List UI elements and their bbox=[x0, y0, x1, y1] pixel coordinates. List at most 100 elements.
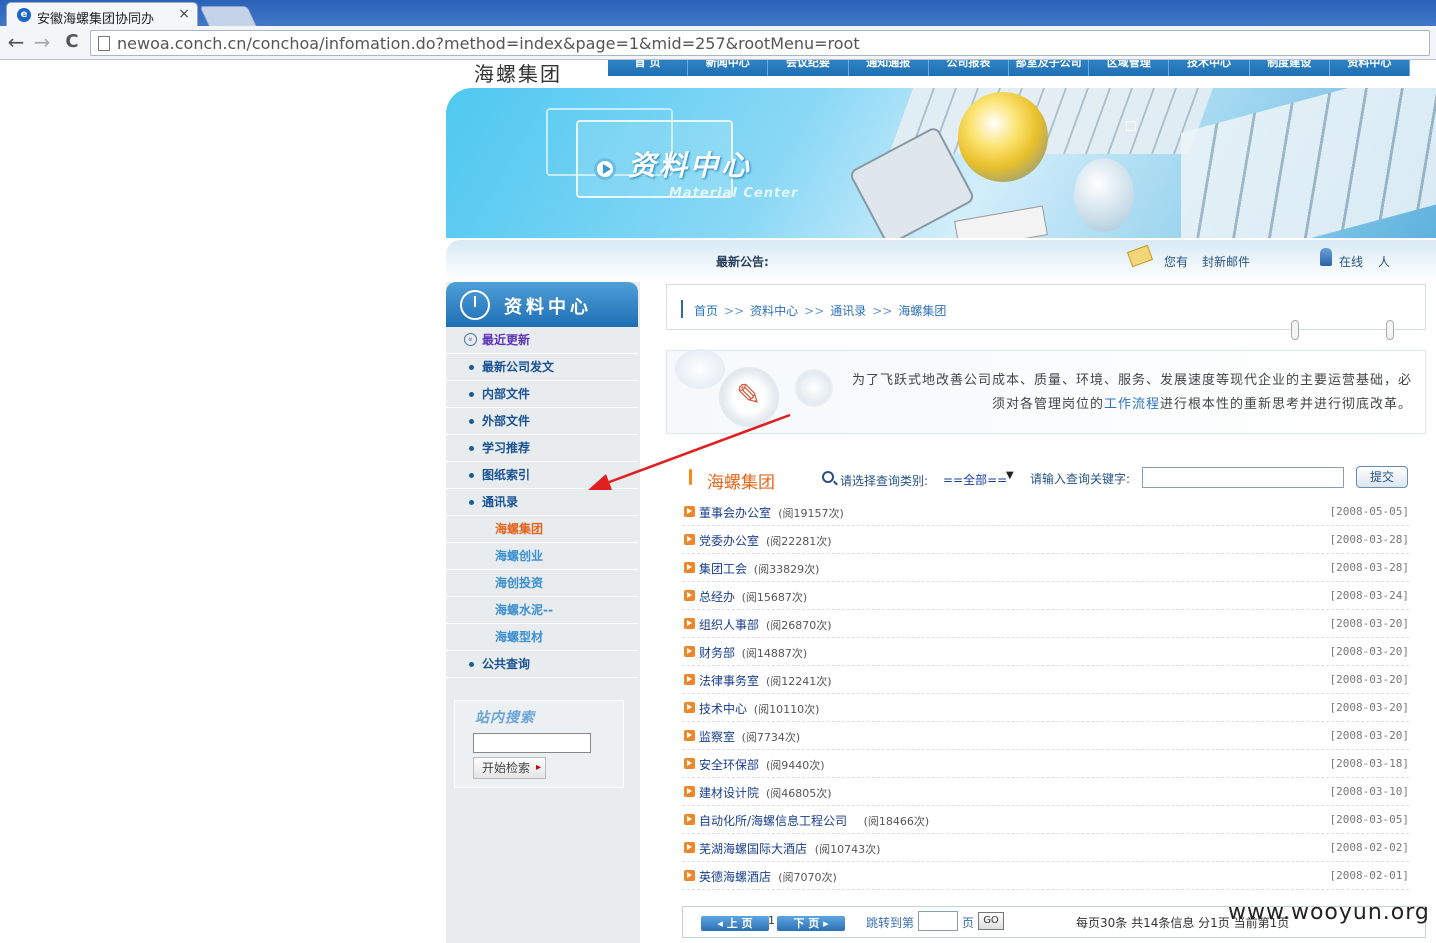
mail-text[interactable]: 封新邮件 bbox=[1202, 253, 1250, 270]
breadcrumb-link[interactable]: 资料中心 bbox=[750, 304, 798, 318]
bullet-icon bbox=[469, 473, 474, 478]
menu-item[interactable]: 通知通报 bbox=[849, 60, 929, 76]
site-logo: 海螺集团 bbox=[474, 62, 562, 86]
keyword-label: 请输入查询关键字: bbox=[1030, 472, 1131, 486]
sidebar-item[interactable]: 海螺型材 bbox=[446, 624, 638, 651]
list-item: 技术中心 (阅10110次) [2008-03-20] bbox=[682, 694, 1409, 722]
mail-text[interactable]: 您有 bbox=[1164, 253, 1188, 270]
list-item-link[interactable]: 自动化所/海螺信息工程公司 bbox=[699, 812, 847, 829]
back-arrow-icon[interactable]: ← bbox=[4, 31, 28, 55]
menu-item[interactable]: 首 页 bbox=[608, 60, 689, 76]
menu-item[interactable]: 区域管理 bbox=[1089, 60, 1170, 76]
list-item-link[interactable]: 建材设计院 bbox=[699, 784, 759, 801]
url-text[interactable]: newoa.conch.cn/conchoa/infomation.do?met… bbox=[117, 34, 860, 53]
sidebar-item-label: 公共查询 bbox=[482, 657, 531, 671]
list-item-link[interactable]: 安全环保部 bbox=[699, 756, 759, 773]
list-item-link[interactable]: 组织人事部 bbox=[699, 616, 759, 633]
list-item-link[interactable]: 法律事务室 bbox=[699, 672, 759, 689]
list-item-link[interactable]: 党委办公室 bbox=[699, 532, 759, 549]
next-page-button[interactable]: 下 页 ▸ bbox=[777, 916, 845, 931]
jump-page-input[interactable] bbox=[918, 911, 958, 931]
close-tab-icon[interactable]: × bbox=[178, 6, 190, 22]
list-item-date: [2008-03-18] bbox=[1329, 757, 1409, 770]
menu-item[interactable]: 部室及子公司 bbox=[1009, 60, 1090, 76]
list-item-link[interactable]: 芜湖海螺国际大酒店 bbox=[699, 840, 807, 857]
sidebar-item[interactable]: 海螺集团 bbox=[446, 516, 638, 543]
site-search-button[interactable]: 开始检索 bbox=[473, 757, 546, 779]
sidebar-item[interactable]: 海螺创业 bbox=[446, 543, 638, 570]
sidebar-item[interactable]: » 最近更新 bbox=[446, 327, 638, 354]
menu-item[interactable]: 制度建设 bbox=[1250, 60, 1330, 76]
sidebar-item[interactable]: 最新公司发文 bbox=[446, 354, 638, 381]
arrow-bullet-icon bbox=[684, 758, 695, 769]
breadcrumb-separator: >> bbox=[804, 304, 825, 318]
arrow-bullet-icon bbox=[684, 674, 695, 685]
prev-page-button[interactable]: ◂ 上 页 bbox=[701, 916, 769, 931]
arrow-bullet-icon bbox=[684, 646, 695, 657]
list-item-link[interactable]: 集团工会 bbox=[699, 560, 747, 577]
list-item-link[interactable]: 财务部 bbox=[699, 644, 735, 661]
list-item: 党委办公室 (阅22281次) [2008-03-28] bbox=[682, 526, 1409, 554]
forward-arrow-icon[interactable]: → bbox=[30, 31, 54, 55]
sidebar-item[interactable]: 图纸索引 bbox=[446, 462, 638, 489]
list-item-link[interactable]: 英德海螺酒店 bbox=[699, 868, 771, 885]
menu-item[interactable]: 技术中心 bbox=[1169, 60, 1250, 76]
site-search-title: 站内搜索 bbox=[475, 710, 535, 726]
new-tab-button[interactable] bbox=[199, 6, 257, 26]
keyword-input[interactable] bbox=[1142, 467, 1344, 488]
view-count: (阅46805次) bbox=[766, 787, 832, 800]
bullet-icon bbox=[469, 365, 474, 370]
list-item-link[interactable]: 董事会办公室 bbox=[699, 504, 771, 521]
sidebar-item[interactable]: 公共查询 bbox=[446, 651, 638, 678]
newspaper-image bbox=[954, 205, 1048, 238]
breadcrumb-link[interactable]: 海螺集团 bbox=[898, 304, 946, 318]
sidebar-item[interactable]: 学习推荐 bbox=[446, 435, 638, 462]
breadcrumb-link[interactable]: 首页 bbox=[694, 304, 718, 318]
sidebar-item-label: 海螺水泥-- bbox=[495, 603, 553, 617]
address-bar[interactable]: newoa.conch.cn/conchoa/infomation.do?met… bbox=[90, 30, 1430, 56]
clock-icon bbox=[460, 290, 490, 320]
list-item-date: [2008-03-10] bbox=[1329, 785, 1409, 798]
slogan-link[interactable]: 工作流程 bbox=[1104, 397, 1160, 412]
list-item: 总经办 (阅15687次) [2008-03-24] bbox=[682, 582, 1409, 610]
page-icon bbox=[98, 36, 110, 51]
list-item: 组织人事部 (阅26870次) [2008-03-20] bbox=[682, 610, 1409, 638]
menu-item[interactable]: 会议纪要 bbox=[768, 60, 849, 76]
menu-item[interactable]: 资料中心 bbox=[1330, 60, 1410, 76]
list-item-date: [2008-03-20] bbox=[1329, 701, 1409, 714]
list-item-link[interactable]: 监察室 bbox=[699, 728, 735, 745]
mail-icon[interactable] bbox=[1126, 244, 1154, 268]
category-select[interactable]: ==全部== bbox=[943, 471, 1007, 488]
sidebar-item[interactable]: 外部文件 bbox=[446, 408, 638, 435]
reload-icon[interactable]: C bbox=[60, 31, 84, 55]
chevron-down-icon[interactable]: ▼ bbox=[1006, 470, 1014, 481]
list-item-link[interactable]: 总经办 bbox=[699, 588, 735, 605]
sidebar-item[interactable]: 海创投资 bbox=[446, 570, 638, 597]
sidebar-item[interactable]: 通讯录 bbox=[446, 489, 638, 516]
list-item-date: [2008-05-05] bbox=[1329, 505, 1409, 518]
sidebar-item[interactable]: 内部文件 bbox=[446, 381, 638, 408]
sidebar-item[interactable]: 海螺水泥-- bbox=[446, 597, 638, 624]
go-button[interactable]: GO bbox=[978, 912, 1004, 930]
sidebar-item-label: 最新公司发文 bbox=[482, 360, 555, 374]
list-item-date: [2008-03-20] bbox=[1329, 673, 1409, 686]
menu-item[interactable]: 新闻中心 bbox=[688, 60, 769, 76]
sidebar-title: 资料中心 bbox=[504, 297, 592, 318]
online-text[interactable]: 在线 bbox=[1339, 253, 1363, 270]
document-icon bbox=[675, 349, 725, 389]
sidebar-menu: » 最近更新最新公司发文内部文件 外部文件 学习推荐图纸索引通讯录 海螺集团 海螺创业 海创… bbox=[446, 327, 638, 678]
submit-button[interactable]: 提交 bbox=[1356, 466, 1408, 488]
list-item: 自动化所/海螺信息工程公司 (阅18466次) [2008-03-05] bbox=[682, 806, 1409, 834]
breadcrumb-link[interactable]: 通讯录 bbox=[830, 304, 866, 318]
sidebar-item-label: 图纸索引 bbox=[482, 468, 531, 482]
site-search-input[interactable] bbox=[473, 733, 591, 753]
menu-item[interactable]: 公司报表 bbox=[929, 60, 1010, 76]
arrow-bullet-icon bbox=[684, 842, 695, 853]
list-item-date: [2008-02-02] bbox=[1329, 841, 1409, 854]
tab-title: 安徽海螺集团协同办 bbox=[37, 12, 155, 27]
browser-tab[interactable]: e 安徽海螺集团协同办 × bbox=[6, 2, 198, 27]
list-item-date: [2008-03-28] bbox=[1329, 533, 1409, 546]
list-item: 董事会办公室 (阅19157次) [2008-05-05] bbox=[682, 498, 1409, 526]
list-item: 财务部 (阅14887次) [2008-03-20] bbox=[682, 638, 1409, 666]
list-item-link[interactable]: 技术中心 bbox=[699, 700, 747, 717]
